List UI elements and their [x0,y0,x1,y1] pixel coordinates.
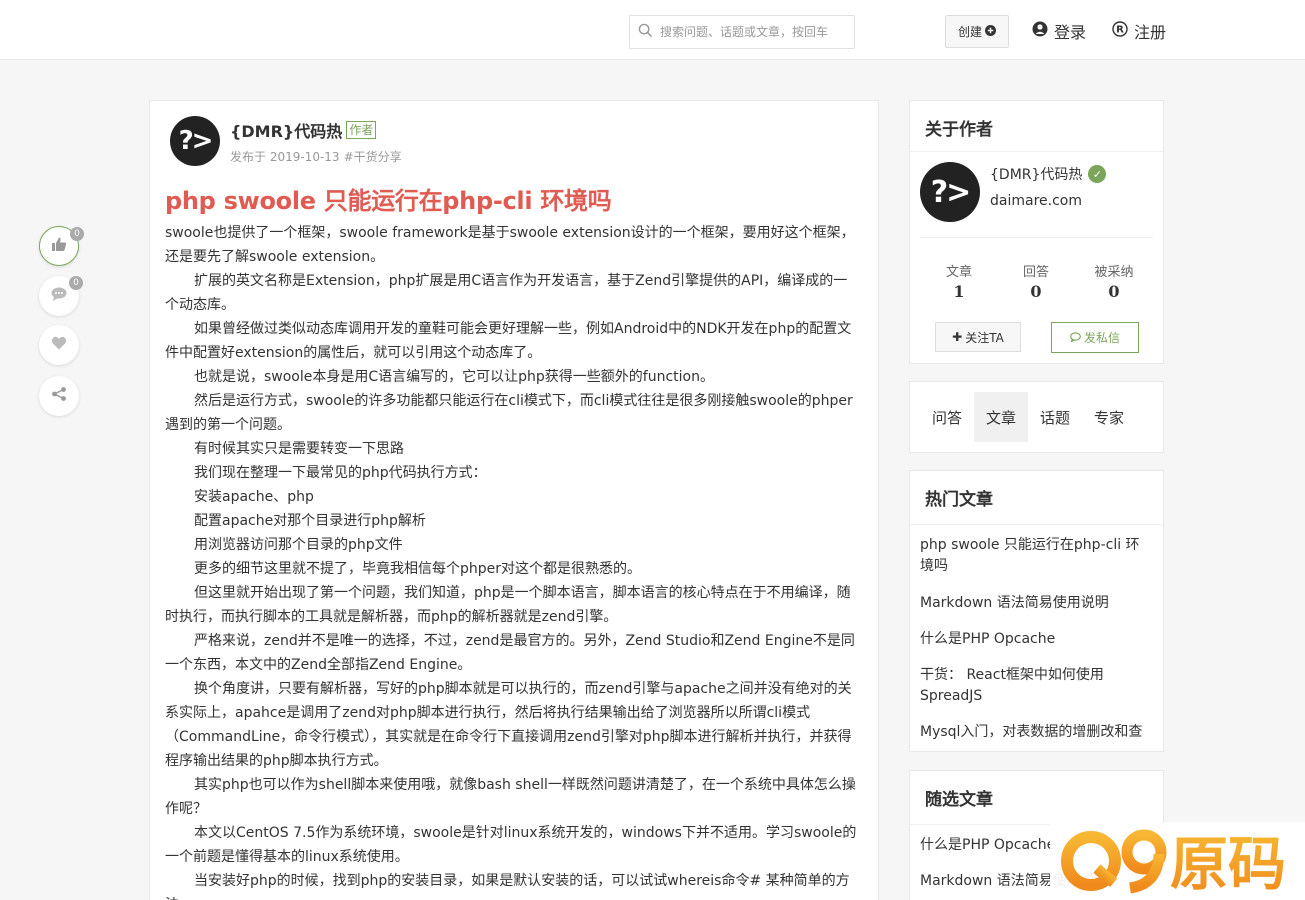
stat-value: 1 [953,282,965,301]
login-label: 登录 [1054,23,1087,42]
article-paragraph: 当安装好php的时候，找到php的安装目录，如果是默认安装的话，可以试试wher… [165,873,850,900]
stat-label: 被采纳 [1094,265,1134,280]
stat-adopted: 被采纳 0 [1079,261,1149,301]
registered-icon: R [1112,21,1128,41]
article-paragraph: 用浏览器访问那个目录的php文件 [194,537,403,553]
search-box[interactable] [629,15,855,49]
like-count-badge: 0 [70,227,84,241]
q9-logo-icon: 原码 [1061,829,1286,896]
author-name[interactable]: {DMR}代码热 [230,118,342,142]
thumbs-up-icon [51,236,67,256]
sidebar-author-avatar[interactable]: ?> [920,162,980,222]
article-body: swoole也提供了一个框架，swoole framework是基于swoole… [165,221,860,900]
sidebar-author-name-row: {DMR}代码热 ✓ [990,164,1107,184]
stat-label: 回答 [1022,265,1049,280]
article-paragraph: swoole也提供了一个框架，swoole framework是基于swoole… [165,225,855,265]
share-icon [51,386,67,406]
chat-icon [1070,331,1081,345]
private-message-button[interactable]: 发私信 [1051,322,1139,353]
article-paragraph: 也就是说，swoole本身是用C语言编写的，它可以让php获得一些额外的func… [194,369,714,385]
svg-text:原码: 原码 [1170,830,1286,896]
tab-topics[interactable]: 话题 [1028,392,1082,442]
author-site: daimare.com [990,193,1082,209]
create-button[interactable]: 创建 [945,15,1009,48]
comment-count-badge: 0 [69,276,83,290]
category-link[interactable]: #干货分享 [344,148,402,165]
stat-articles: 文章 1 [924,261,994,301]
plus-circle-icon [985,24,996,39]
article-paragraph: 如果曾经做过类似动态库调用开发的童鞋可能会更好理解一些，例如Android中的N… [165,321,852,361]
article-paragraph: 扩展的英文名称是Extension，php扩展是用C语言作为开发语言，基于Zen… [165,273,848,313]
random-articles-title: 随选文章 [910,771,1163,825]
hot-article-item[interactable]: Markdown 语法简易使用说明 [910,593,1163,614]
content-tabs-card: 问答 文章 话题 专家 [909,381,1164,453]
hot-article-item[interactable]: php swoole 只能运行在php-cli 环境吗 [910,535,1163,577]
article-paragraph: 严格来说，zend并不是唯一的选择，不过，zend是最官方的。另外，Zend S… [165,633,855,673]
comment-icon [51,286,67,306]
search-icon [630,23,660,42]
favorite-button[interactable] [39,325,79,365]
share-button[interactable] [39,376,79,416]
comment-button[interactable]: 0 [39,276,83,316]
heart-icon [51,335,67,355]
create-label: 创建 [957,25,982,39]
stat-answers: 回答 0 [1001,261,1071,301]
article-paragraph: 更多的细节这里就不提了，毕竟我相信每个phper对这个都是很熟悉的。 [194,561,642,577]
about-author-card: 关于作者 ?> {DMR}代码热 ✓ daimare.com 文章 1 回答 0… [909,100,1164,364]
tab-articles[interactable]: 文章 [974,392,1028,442]
tab-experts[interactable]: 专家 [1082,392,1136,442]
hot-article-item[interactable]: 干货： React框架中如何使用SpreadJS [910,665,1163,707]
login-link[interactable]: 登录 [1032,20,1086,42]
stat-label: 文章 [945,265,972,280]
stat-value: 0 [1108,282,1120,301]
article-paragraph: 本文以CentOS 7.5作为系统环境，swoole是针对linux系统开发的，… [165,825,857,865]
author-name-row: {DMR}代码热 作者 [230,118,377,142]
sidebar-author-name[interactable]: {DMR}代码热 [990,164,1082,184]
top-navbar: 创建 登录 R 注册 [0,0,1305,60]
stat-value: 0 [1030,282,1042,301]
article-card: ?> {DMR}代码热 作者 发布于 2019-10-13 #干货分享 php … [149,100,879,900]
article-paragraph: 其实php也可以作为shell脚本来使用哦，就像bash shell一样既然问题… [165,777,856,817]
about-author-title: 关于作者 [910,101,1163,152]
search-input[interactable] [660,25,850,39]
message-label: 发私信 [1083,331,1120,345]
tab-questions[interactable]: 问答 [920,392,974,442]
article-paragraph: 但这里就开始出现了第一个问题，我们知道，php是一个脚本语言，脚本语言的核心特点… [165,585,851,625]
plus-icon: ✚ [952,330,963,344]
verified-icon: ✓ [1088,165,1107,183]
watermark-logo: 原码 [1050,822,1305,900]
article-paragraph: 安装apache、php [194,489,314,505]
follow-label: 关注TA [965,330,1004,345]
article-title: php swoole 只能运行在php-cli 环境吗 [165,187,612,215]
hot-articles-title: 热门文章 [910,471,1163,525]
register-label: 注册 [1134,23,1167,42]
article-paragraph: 配置apache对那个目录进行php解析 [194,513,426,529]
author-avatar[interactable]: ?> [170,116,220,166]
author-tag: 作者 [346,121,377,139]
article-paragraph: 然后是运行方式，swoole的许多功能都只能运行在cli模式下，而cli模式往往… [165,393,853,433]
like-button[interactable]: 0 [39,226,84,266]
article-paragraph: 我们现在整理一下最常见的php代码执行方式： [194,465,487,481]
about-divider [920,237,1153,238]
article-paragraph: 有时候其实只是需要转变一下思路 [194,441,404,457]
article-meta: 发布于 2019-10-13 #干货分享 [230,148,402,165]
register-link[interactable]: R 注册 [1112,20,1166,42]
hot-article-item[interactable]: 什么是PHP Opcache [910,629,1163,650]
article-paragraph: 换个角度讲，只要有解析器，写好的php脚本就是可以执行的，而zend引擎与apa… [165,681,852,769]
user-icon [1032,21,1048,41]
publish-date: 发布于 2019-10-13 [230,150,340,164]
hot-article-item[interactable]: Mysql入门，对表数据的增删改和查 [910,722,1163,743]
content-tabs: 问答 文章 话题 专家 [910,382,1163,452]
follow-button[interactable]: ✚ 关注TA [935,322,1021,352]
hot-articles-card: 热门文章 php swoole 只能运行在php-cli 环境吗 Markdow… [909,470,1164,752]
svg-text:R: R [1116,25,1124,36]
